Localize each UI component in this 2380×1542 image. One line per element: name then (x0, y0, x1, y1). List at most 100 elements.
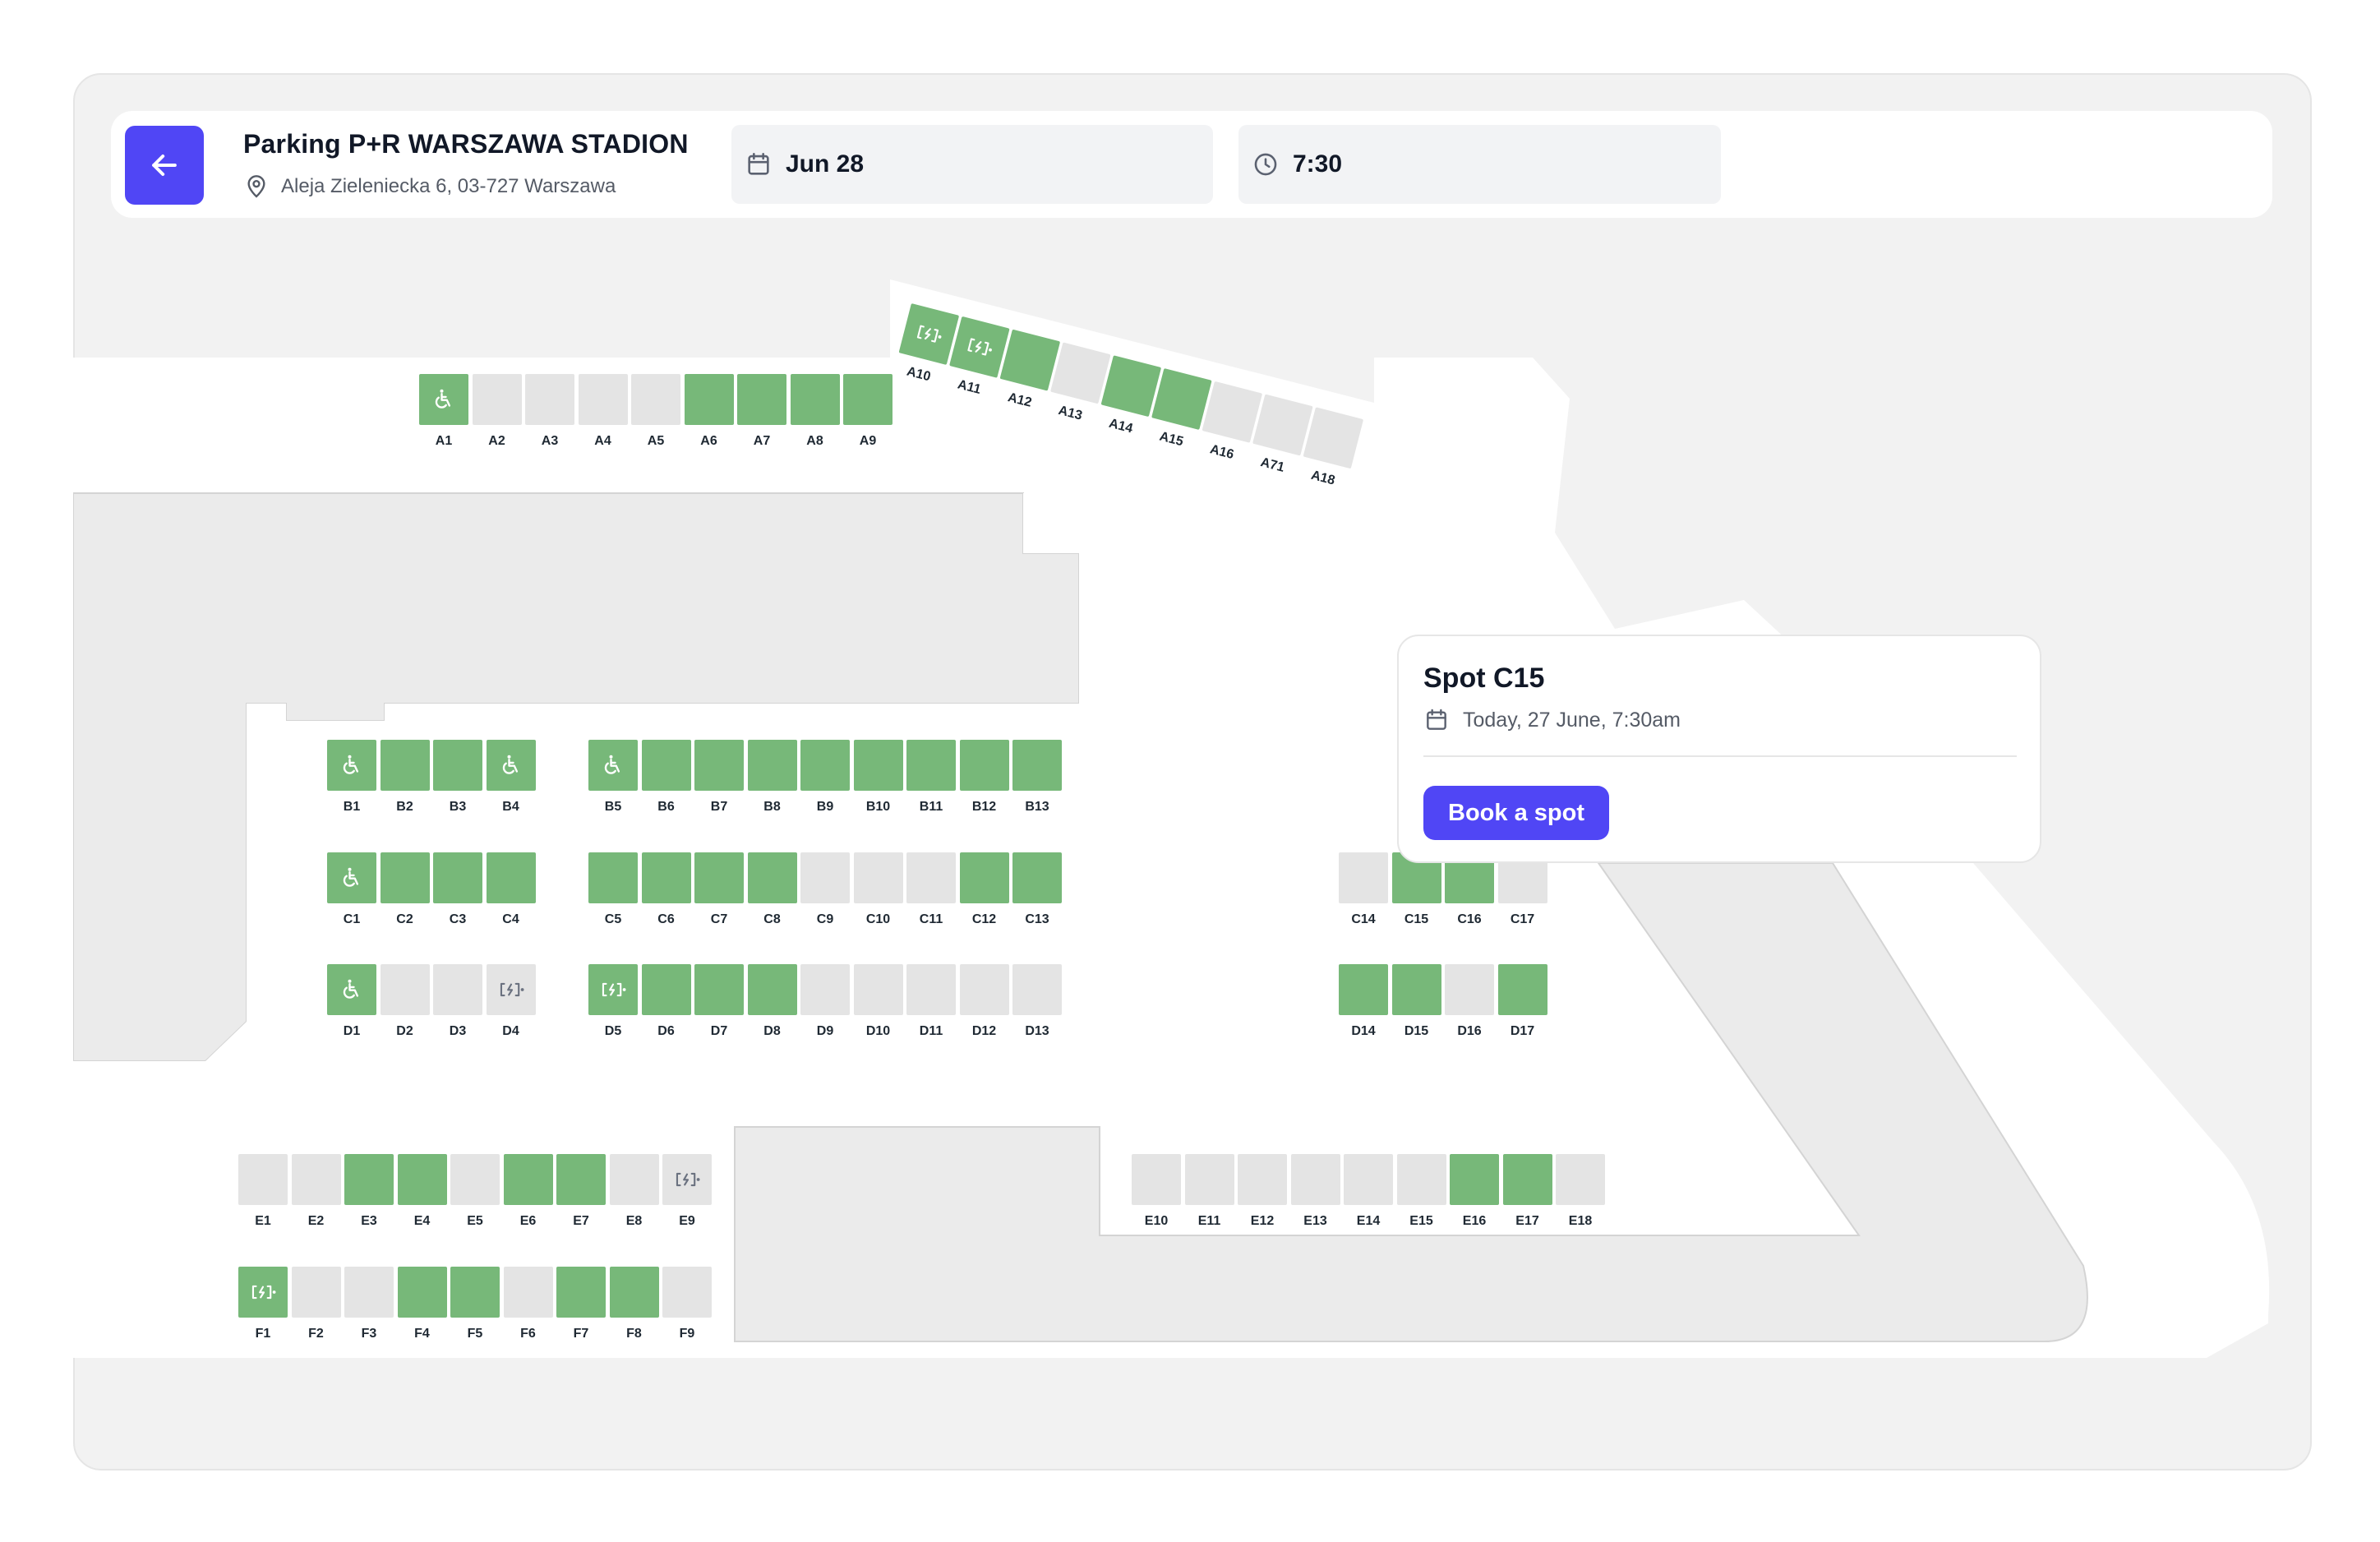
book-spot-button[interactable]: Book a spot (1423, 786, 1609, 840)
parking-spot-c10[interactable] (853, 852, 903, 903)
parking-spot-e1[interactable] (238, 1154, 288, 1205)
parking-spot-b11[interactable] (906, 740, 956, 791)
parking-spot-c9[interactable] (800, 852, 850, 903)
parking-spot-e4[interactable] (397, 1154, 447, 1205)
spot-label: F6 (520, 1327, 536, 1341)
wheelchair-icon (601, 753, 625, 778)
parking-spot-d14[interactable] (1339, 964, 1388, 1015)
parking-spot-d7[interactable] (694, 964, 744, 1015)
parking-spot-c11[interactable] (906, 852, 956, 903)
arrow-left-icon (152, 154, 177, 177)
parking-spot-b2[interactable] (380, 740, 430, 791)
parking-spot-f9[interactable] (662, 1267, 712, 1318)
parking-spot-d3[interactable] (433, 964, 482, 1015)
parking-spot-c3[interactable] (433, 852, 482, 903)
parking-spot-e7[interactable] (556, 1154, 606, 1205)
spot-label: B10 (865, 800, 891, 814)
parking-spot-d13[interactable] (1012, 964, 1062, 1015)
parking-spot-a4[interactable] (578, 374, 628, 425)
parking-spot-b8[interactable] (747, 740, 797, 791)
parking-spot-e14[interactable] (1344, 1154, 1393, 1205)
parking-spot-e15[interactable] (1396, 1154, 1446, 1205)
parking-spot-e16[interactable] (1450, 1154, 1499, 1205)
parking-spot-b10[interactable] (853, 740, 903, 791)
popup-datetime: Today, 27 June, 7:30am (1463, 708, 1681, 732)
parking-spot-a8[interactable] (790, 374, 840, 425)
spot-label: C9 (816, 912, 834, 926)
parking-spot-d2[interactable] (380, 964, 430, 1015)
parking-spot-d9[interactable] (800, 964, 850, 1015)
parking-spot-b13[interactable] (1012, 740, 1062, 791)
spot-label: E17 (1515, 1214, 1539, 1228)
parking-spot-e6[interactable] (503, 1154, 553, 1205)
parking-spot-c4[interactable] (486, 852, 536, 903)
parking-spot-d17[interactable] (1497, 964, 1547, 1015)
parking-spot-b5[interactable] (588, 740, 638, 791)
parking-spot-d12[interactable] (959, 964, 1009, 1015)
parking-spot-c13[interactable] (1012, 852, 1062, 903)
spot-label: A9 (859, 434, 877, 448)
parking-spot-b9[interactable] (800, 740, 850, 791)
parking-spot-e13[interactable] (1290, 1154, 1340, 1205)
parking-spot-d1[interactable] (327, 964, 376, 1015)
parking-spot-d5[interactable] (588, 964, 638, 1015)
parking-spot-b6[interactable] (641, 740, 691, 791)
parking-spot-d10[interactable] (853, 964, 903, 1015)
parking-spot-e10[interactable] (1132, 1154, 1181, 1205)
parking-spot-c8[interactable] (747, 852, 797, 903)
parking-spot-d4[interactable] (486, 964, 536, 1015)
parking-spot-a6[interactable] (684, 374, 734, 425)
spot-label: B1 (343, 800, 361, 814)
parking-spot-f5[interactable] (450, 1267, 500, 1318)
parking-spot-c14[interactable] (1339, 852, 1388, 903)
parking-spot-a2[interactable] (472, 374, 522, 425)
parking-spot-e9[interactable] (662, 1154, 712, 1205)
parking-spot-b4[interactable] (486, 740, 536, 791)
parking-spot-d15[interactable] (1391, 964, 1441, 1015)
parking-spot-e8[interactable] (609, 1154, 659, 1205)
parking-spot-e17[interactable] (1502, 1154, 1552, 1205)
parking-spot-d6[interactable] (641, 964, 691, 1015)
parking-spot-b3[interactable] (433, 740, 482, 791)
parking-spot-d11[interactable] (906, 964, 956, 1015)
parking-spot-f6[interactable] (503, 1267, 553, 1318)
parking-spot-f1[interactable] (238, 1267, 288, 1318)
parking-spot-f4[interactable] (397, 1267, 447, 1318)
parking-spot-c6[interactable] (641, 852, 691, 903)
parking-spot-e3[interactable] (344, 1154, 394, 1205)
ev-charger-icon (673, 1170, 701, 1189)
parking-spot-c7[interactable] (694, 852, 744, 903)
parking-spot-b1[interactable] (327, 740, 376, 791)
parking-spot-c2[interactable] (380, 852, 430, 903)
parking-spot-f7[interactable] (556, 1267, 606, 1318)
wheelchair-icon (339, 866, 364, 890)
parking-spot-e18[interactable] (1556, 1154, 1605, 1205)
parking-spot-e2[interactable] (291, 1154, 341, 1205)
parking-spot-d16[interactable] (1445, 964, 1494, 1015)
parking-spot-e11[interactable] (1184, 1154, 1234, 1205)
parking-spot-f8[interactable] (609, 1267, 659, 1318)
parking-spot-d8[interactable] (747, 964, 797, 1015)
date-picker[interactable]: Jun 28 (731, 125, 1213, 204)
time-picker[interactable]: 7:30 (1238, 125, 1721, 204)
location-pin-icon (247, 175, 265, 198)
parking-spot-e12[interactable] (1238, 1154, 1287, 1205)
parking-spot-b12[interactable] (959, 740, 1009, 791)
parking-spot-c5[interactable] (588, 852, 638, 903)
parking-spot-a7[interactable] (737, 374, 786, 425)
parking-spot-c1[interactable] (327, 852, 376, 903)
parking-spot-b7[interactable] (694, 740, 744, 791)
parking-spot-a3[interactable] (525, 374, 574, 425)
spot-label: A7 (753, 434, 771, 448)
parking-spot-e5[interactable] (450, 1154, 500, 1205)
parking-spot-a5[interactable] (631, 374, 680, 425)
spot-label: D12 (971, 1024, 997, 1038)
parking-spot-a9[interactable] (843, 374, 892, 425)
parking-spot-f3[interactable] (344, 1267, 394, 1318)
parking-spot-c12[interactable] (959, 852, 1009, 903)
parking-spot-f2[interactable] (291, 1267, 341, 1318)
back-button[interactable] (125, 126, 204, 205)
spot-label: E3 (361, 1214, 377, 1228)
parking-spot-a1[interactable] (419, 374, 468, 425)
spot-label: E1 (255, 1214, 271, 1228)
